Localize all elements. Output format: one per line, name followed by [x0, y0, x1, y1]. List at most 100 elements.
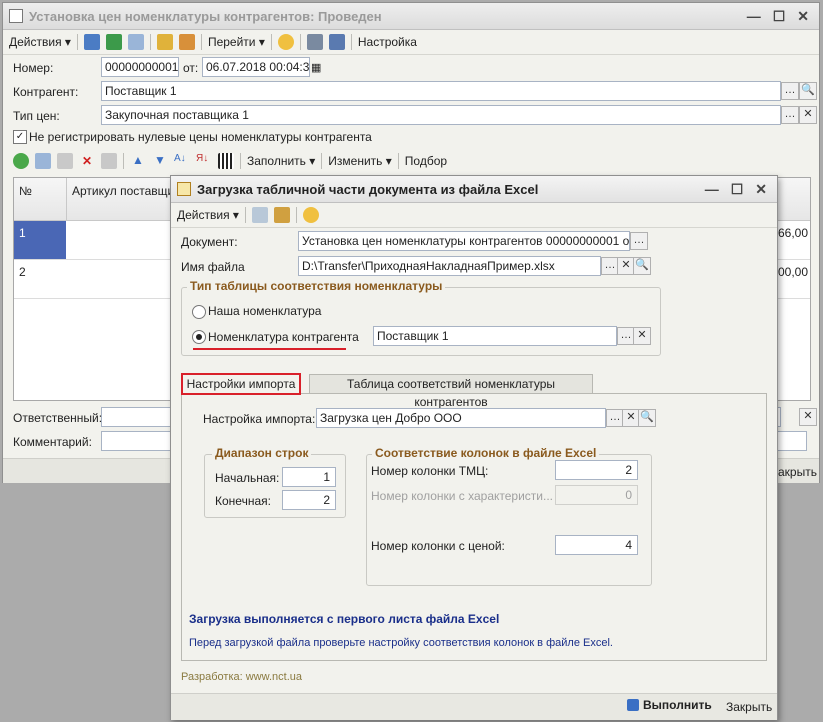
execute-icon: [627, 699, 639, 711]
sort-asc-icon[interactable]: A↓: [174, 153, 190, 169]
barcode-icon[interactable]: [218, 153, 234, 169]
select-button[interactable]: Подбор: [405, 154, 447, 168]
document-field[interactable]: Установка цен номенклатуры контрагентов …: [298, 231, 630, 251]
move-up-icon[interactable]: ▲: [130, 153, 146, 169]
row-price: 66,00: [777, 226, 808, 240]
developer-link[interactable]: Разработка: www.nct.ua: [181, 671, 302, 683]
char-column-label: Номер колонки с характеристи...: [371, 489, 554, 503]
execute-button[interactable]: Выполнить: [627, 698, 712, 712]
excel-import-dialog: Загрузка табличной части документа из фа…: [170, 175, 778, 720]
radio-our-nomenclature-label: Наша номенклатура: [208, 304, 322, 318]
dialog-title: Загрузка табличной части документа из фа…: [197, 181, 539, 197]
price-type-field[interactable]: Закупочная поставщика 1: [101, 105, 781, 125]
dialog-help-icon[interactable]: [302, 207, 319, 223]
goto-menu-button[interactable]: Перейти ▾: [208, 35, 265, 49]
counterparty-field[interactable]: Поставщик 1: [101, 81, 781, 101]
calendar-icon[interactable]: ▦: [311, 61, 321, 74]
dialog-edit-icon: [177, 182, 191, 196]
change-menu-button[interactable]: Изменить ▾: [328, 154, 392, 168]
price-type-label: Тип цен:: [13, 109, 60, 123]
rows-range-group-title: Диапазон строк: [212, 446, 312, 460]
radio-our-nomenclature[interactable]: [192, 305, 206, 319]
document-select-button[interactable]: …: [630, 232, 648, 250]
main-window-title: Установка цен номенклатуры контрагентов:…: [29, 8, 382, 24]
unpost-icon[interactable]: [178, 34, 195, 50]
import-setting-field[interactable]: Загрузка цен Добро ООО: [316, 408, 606, 428]
dialog-maximize-icon[interactable]: ☐: [731, 181, 744, 198]
counterparty-open-button[interactable]: 🔍: [799, 82, 817, 100]
mapping-counterparty-clear-button[interactable]: ✕: [633, 327, 651, 345]
date-label: от:: [183, 61, 199, 75]
copy-icon[interactable]: [127, 34, 144, 50]
end-row-label: Конечная:: [215, 494, 271, 508]
import-setting-label: Настройка импорта:: [203, 412, 316, 426]
delete-row-icon[interactable]: ✕: [79, 153, 95, 169]
structure-icon[interactable]: [306, 34, 323, 50]
fill-menu-button[interactable]: Заполнить ▾: [247, 154, 315, 168]
col-article-header[interactable]: Артикул поставщик: [72, 184, 179, 198]
dialog-minimize-icon[interactable]: —: [705, 181, 719, 198]
list-settings-icon[interactable]: [328, 34, 345, 50]
end-row-field[interactable]: 2: [282, 490, 336, 510]
radio-counterparty-nomenclature[interactable]: [192, 330, 206, 344]
edit-row-icon[interactable]: [57, 153, 73, 169]
start-row-label: Начальная:: [215, 471, 280, 485]
row-number: 1: [19, 226, 26, 240]
post-icon[interactable]: [156, 34, 173, 50]
number-label: Номер:: [13, 61, 54, 75]
price-type-clear-button[interactable]: ✕: [799, 106, 817, 124]
mapping-counterparty-field[interactable]: Поставщик 1: [373, 326, 617, 346]
save-icon[interactable]: [83, 34, 100, 50]
dialog-titlebar: Загрузка табличной части документа из фа…: [171, 176, 777, 203]
filename-open-button[interactable]: 🔍: [633, 257, 651, 275]
tab-import-settings-label: Настройки импорта: [186, 377, 296, 391]
info-bold-text: Загрузка выполняется с первого листа фай…: [189, 612, 500, 626]
actions-menu-button[interactable]: Действия ▾: [9, 35, 71, 49]
add-row-icon[interactable]: [13, 153, 29, 169]
save-settings-icon[interactable]: [273, 207, 290, 223]
tab-import-settings[interactable]: Настройки импорта: [181, 373, 301, 395]
responsible-clear-button[interactable]: ✕: [799, 408, 817, 426]
start-row-field[interactable]: 1: [282, 467, 336, 487]
main-close-button[interactable]: акрыть: [778, 465, 817, 479]
zero-prices-checkbox-label: Не регистрировать нулевые цены номенклат…: [29, 130, 372, 144]
dialog-close-button[interactable]: Закрыть: [726, 700, 772, 714]
counterparty-select-button[interactable]: …: [781, 82, 799, 100]
columns-mapping-group-title: Соответствие колонок в файле Excel: [372, 446, 600, 460]
tmc-column-label: Номер колонки ТМЦ:: [371, 464, 489, 478]
main-toolbar: Действия ▾ Перейти ▾ Настройка: [3, 30, 819, 55]
price-type-select-button[interactable]: …: [781, 106, 799, 124]
red-underline-highlight: [193, 348, 346, 350]
move-down-icon[interactable]: ▼: [152, 153, 168, 169]
counterparty-label: Контрагент:: [13, 85, 79, 99]
copy-row-icon[interactable]: [35, 153, 51, 169]
dialog-toolbar: Действия ▾: [171, 203, 777, 228]
zero-prices-checkbox[interactable]: ✓: [13, 130, 27, 144]
tmc-column-field[interactable]: 2: [555, 460, 638, 480]
sort-desc-icon[interactable]: Я↓: [196, 153, 212, 169]
col-num-header[interactable]: №: [19, 184, 32, 198]
maximize-icon[interactable]: ☐: [773, 8, 786, 25]
tab-mapping-table[interactable]: Таблица соответствий номенклатуры контра…: [309, 374, 593, 409]
load-icon[interactable]: [251, 207, 268, 223]
char-column-field: 0: [555, 485, 638, 505]
dialog-actions-menu-button[interactable]: Действия ▾: [177, 208, 239, 222]
dialog-close-icon[interactable]: ✕: [755, 181, 767, 198]
minimize-icon[interactable]: —: [747, 8, 761, 25]
end-edit-icon[interactable]: [101, 153, 117, 169]
settings-button[interactable]: Настройка: [358, 35, 417, 49]
refresh-icon[interactable]: [105, 34, 122, 50]
number-field[interactable]: 00000000001: [101, 57, 179, 77]
close-icon[interactable]: ✕: [797, 8, 809, 25]
price-column-field[interactable]: 4: [555, 535, 638, 555]
price-column-label: Номер колонки с ценой:: [371, 539, 505, 553]
table-toolbar: ✕ ▲ ▼ A↓ Я↓ Заполнить ▾ Изменить ▾ Подбо…: [13, 153, 447, 169]
info-text: Перед загрузкой файла проверьте настройк…: [189, 637, 613, 649]
import-setting-open-button[interactable]: 🔍: [638, 409, 656, 427]
responsible-label: Ответственный:: [13, 411, 103, 425]
date-field[interactable]: 06.07.2018 00:04:34: [202, 57, 310, 77]
comment-label: Комментарий:: [13, 435, 92, 449]
help-icon[interactable]: [277, 34, 294, 50]
mapping-type-group-title: Тип таблицы соответствия номенклатуры: [187, 279, 446, 293]
filename-field[interactable]: D:\Transfer\ПриходнаяНакладнаяПример.xls…: [298, 256, 601, 276]
